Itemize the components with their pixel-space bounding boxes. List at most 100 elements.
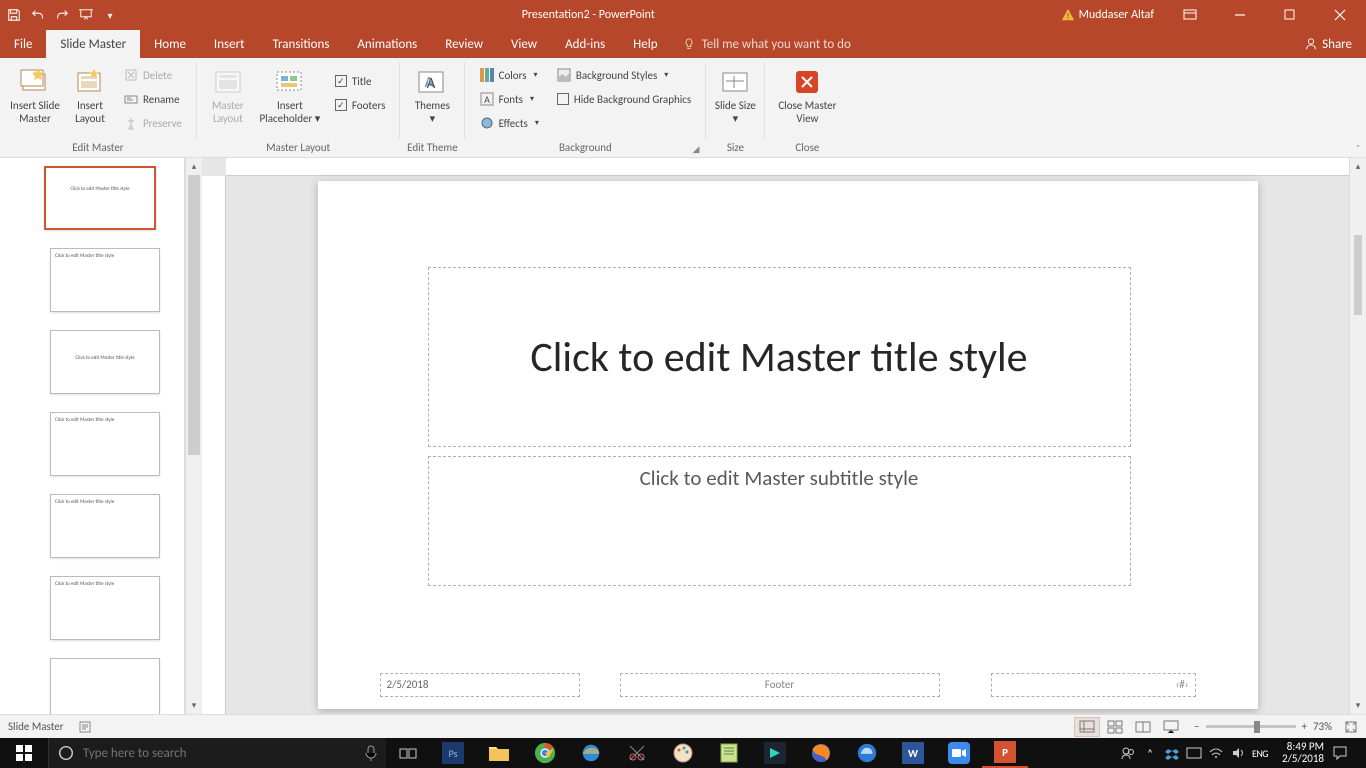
footer-placeholder[interactable]: Footer — [620, 673, 940, 697]
taskbar-app-notepadpp[interactable] — [706, 738, 752, 768]
undo-icon[interactable] — [30, 7, 46, 23]
tab-file[interactable]: File — [0, 30, 46, 58]
insert-placeholder-button[interactable]: Insert Placeholder ▾ — [255, 62, 325, 129]
scroll-up-icon[interactable]: ▴ — [186, 158, 202, 175]
taskbar-app-zoom[interactable] — [936, 738, 982, 768]
taskbar-search[interactable] — [48, 738, 386, 768]
taskbar-app-snip[interactable] — [614, 738, 660, 768]
taskbar-app-edge[interactable] — [844, 738, 890, 768]
keyboard-icon[interactable] — [1186, 745, 1202, 761]
themes-button[interactable]: AA Themes▾ — [406, 62, 458, 129]
qat-more-icon[interactable]: ▾ — [102, 7, 118, 23]
slideshow-start-icon[interactable] — [78, 7, 94, 23]
taskbar-app-powerpoint[interactable]: P — [982, 738, 1028, 768]
notes-icon[interactable] — [78, 720, 92, 734]
slide-master[interactable]: Click to edit Master title style Click t… — [318, 181, 1258, 709]
people-icon[interactable] — [1120, 745, 1136, 761]
tab-insert[interactable]: Insert — [200, 30, 259, 58]
thumbnail-pane[interactable]: Click to edit Master title style Click t… — [0, 158, 185, 714]
fonts-button[interactable]: AFonts▾ — [476, 88, 543, 110]
colors-button[interactable]: Colors▾ — [476, 64, 543, 86]
fit-to-window-button[interactable] — [1344, 720, 1358, 734]
tab-home[interactable]: Home — [140, 30, 200, 58]
title-placeholder[interactable]: Click to edit Master title style — [428, 267, 1131, 447]
canvas-scrollbar[interactable]: ▴ ▾ — [1349, 158, 1366, 714]
slideshow-view-button[interactable] — [1158, 717, 1184, 737]
taskbar-app-ie[interactable] — [568, 738, 614, 768]
effects-button[interactable]: Effects▾ — [476, 112, 543, 134]
slide-number-placeholder[interactable]: ‹#› — [991, 673, 1196, 697]
taskbar-app-chrome[interactable] — [522, 738, 568, 768]
subtitle-placeholder[interactable]: Click to edit Master subtitle style — [428, 456, 1131, 586]
taskbar-app-firefox[interactable] — [798, 738, 844, 768]
start-button[interactable] — [0, 738, 48, 768]
layout-thumbnail[interactable]: Click to edit Master title style — [50, 330, 160, 394]
layout-thumbnail[interactable]: Click to edit Master title style — [50, 412, 160, 476]
layout-thumbnail[interactable]: Click to edit Master title style — [50, 576, 160, 640]
scroll-down-icon[interactable]: ▾ — [1350, 697, 1366, 714]
system-tray[interactable]: ˄ ENG — [1114, 745, 1274, 761]
taskbar-app-explorer[interactable] — [476, 738, 522, 768]
action-center-icon[interactable] — [1332, 745, 1366, 761]
save-icon[interactable] — [6, 7, 22, 23]
title-checkbox[interactable]: ✓Title — [331, 70, 390, 92]
zoom-in-button[interactable]: + — [1302, 720, 1307, 733]
minimize-button[interactable] — [1218, 0, 1262, 30]
zoom-level[interactable]: 73% — [1313, 720, 1332, 733]
taskbar-app-photoshop[interactable]: Ps — [430, 738, 476, 768]
sorter-view-button[interactable] — [1102, 717, 1128, 737]
layout-thumbnail[interactable]: Click to edit Master title style — [50, 494, 160, 558]
date-placeholder[interactable]: 2/5/2018 — [380, 673, 580, 697]
taskbar-clock[interactable]: 8:49 PM 2/5/2018 — [1274, 741, 1332, 765]
tab-help[interactable]: Help — [619, 30, 671, 58]
mic-icon[interactable] — [364, 744, 378, 762]
tab-animations[interactable]: Animations — [343, 30, 431, 58]
thumbnail-scrollbar[interactable]: ▴ ▾ — [185, 158, 202, 714]
normal-view-button[interactable] — [1074, 717, 1100, 737]
reading-view-button[interactable] — [1130, 717, 1156, 737]
insert-slide-master-button[interactable]: Insert Slide Master — [6, 62, 64, 129]
dialog-launcher-icon[interactable]: ◢ — [692, 144, 699, 155]
language-icon[interactable]: ENG — [1252, 745, 1268, 761]
horizontal-ruler[interactable] — [226, 158, 1349, 176]
slide-size-button[interactable]: Slide Size ▾ — [712, 62, 758, 129]
tab-slide-master[interactable]: Slide Master — [46, 30, 140, 58]
zoom-slider[interactable] — [1206, 725, 1296, 728]
account-user[interactable]: ! Muddaser Altaf — [1053, 8, 1162, 22]
vertical-ruler[interactable] — [202, 176, 226, 714]
insert-layout-button[interactable]: Insert Layout — [66, 62, 114, 129]
rename-button[interactable]: Rename — [120, 88, 186, 110]
taskbar-app-paint[interactable] — [660, 738, 706, 768]
tab-transitions[interactable]: Transitions — [258, 30, 343, 58]
wifi-icon[interactable] — [1208, 745, 1224, 761]
dropbox-icon[interactable] — [1164, 745, 1180, 761]
scroll-down-icon[interactable]: ▾ — [186, 697, 202, 714]
close-master-view-button[interactable]: Close Master View — [771, 62, 843, 129]
collapse-ribbon-icon[interactable]: ˆ — [1356, 142, 1360, 155]
layout-thumbnail[interactable]: Click to edit Master title style — [50, 248, 160, 312]
task-view-button[interactable] — [386, 738, 430, 768]
tray-expand-icon[interactable]: ˄ — [1142, 745, 1158, 761]
tab-view[interactable]: View — [497, 30, 551, 58]
footers-checkbox[interactable]: ✓Footers — [331, 94, 390, 116]
layout-thumbnail[interactable] — [50, 658, 160, 714]
scrollbar-thumb[interactable] — [1354, 235, 1362, 315]
close-button[interactable] — [1318, 0, 1362, 30]
tab-addins[interactable]: Add-ins — [551, 30, 619, 58]
ribbon-display-options-icon[interactable] — [1168, 0, 1212, 30]
share-button[interactable]: Share — [1290, 30, 1366, 58]
hide-background-checkbox[interactable]: Hide Background Graphics — [553, 88, 695, 110]
taskbar-app-filmora[interactable] — [752, 738, 798, 768]
background-styles-button[interactable]: Background Styles▾ — [553, 64, 695, 86]
scrollbar-thumb[interactable] — [188, 175, 200, 455]
taskbar-app-word[interactable]: W — [890, 738, 936, 768]
tell-me-search[interactable]: Tell me what you want to do — [672, 30, 861, 58]
volume-icon[interactable] — [1230, 745, 1246, 761]
search-input[interactable] — [83, 746, 356, 761]
master-thumbnail[interactable]: Click to edit Master title style — [44, 166, 156, 230]
tab-review[interactable]: Review — [431, 30, 497, 58]
zoom-slider-thumb[interactable] — [1254, 721, 1260, 733]
maximize-button[interactable] — [1268, 0, 1312, 30]
redo-icon[interactable] — [54, 7, 70, 23]
zoom-out-button[interactable]: − — [1194, 720, 1199, 733]
